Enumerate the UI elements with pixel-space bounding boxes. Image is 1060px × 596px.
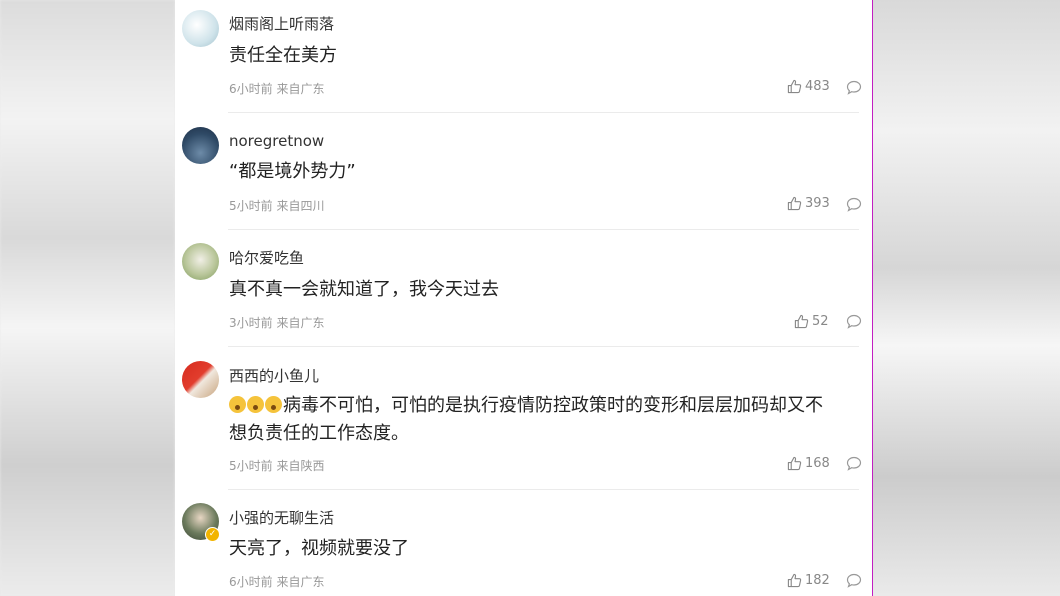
comment-text-line1: 病毒不可怕，可怕的是执行疫情防控政策时的变形和层层加码却又不: [283, 395, 823, 416]
comment-username[interactable]: noregretnow: [229, 132, 324, 150]
like-count: 483: [805, 79, 830, 94]
comment-time: 5小时前: [229, 459, 273, 473]
comment-item: 哈尔爱吃鱼 真不真一会就知道了，我今天过去 3小时前 来自广东 52: [175, 230, 872, 347]
comment-time: 3小时前: [229, 316, 273, 330]
flushed-face-emoji: [247, 396, 264, 413]
like-count: 182: [805, 573, 830, 588]
avatar[interactable]: [182, 127, 219, 164]
comment-meta: 5小时前 来自四川: [229, 197, 324, 214]
comment-bubble-icon[interactable]: [846, 80, 862, 95]
like-button[interactable]: 483: [787, 79, 830, 94]
thumbs-up-icon: [787, 196, 802, 211]
comment-location: 来自广东: [276, 82, 325, 96]
comment-text: 真不真一会就知道了，我今天过去: [229, 279, 499, 300]
comment-text: 天亮了，视频就要没了: [229, 538, 409, 559]
comment-text: 责任全在美方: [229, 45, 337, 66]
comment-time: 6小时前: [229, 575, 273, 589]
comment-username[interactable]: 烟雨阁上听雨落: [229, 13, 334, 34]
flushed-face-emoji: [265, 396, 282, 413]
comment-meta: 6小时前 来自广东: [229, 573, 324, 590]
blurred-background-right: [873, 0, 1060, 596]
flushed-face-emoji: [229, 396, 246, 413]
blurred-background-left: [0, 0, 175, 596]
avatar[interactable]: [182, 10, 219, 47]
comment-text: “都是境外势力”: [229, 161, 356, 182]
like-button[interactable]: 168: [787, 456, 830, 471]
comment-time: 6小时前: [229, 82, 273, 96]
comment-text-line2: 想负责任的工作态度。: [229, 423, 409, 444]
avatar[interactable]: [182, 361, 219, 398]
comment-username[interactable]: 西西的小鱼儿: [229, 365, 319, 386]
like-count: 393: [805, 196, 830, 211]
comment-item: 西西的小鱼儿 病毒不可怕，可怕的是执行疫情防控政策时的变形和层层加码却又不 想负…: [175, 347, 872, 490]
comment-bubble-icon[interactable]: [846, 573, 862, 588]
like-button[interactable]: 52: [794, 314, 829, 329]
comment-item: 烟雨阁上听雨落 责任全在美方 6小时前 来自广东 483: [175, 0, 872, 113]
comment-list: 烟雨阁上听雨落 责任全在美方 6小时前 来自广东 483 noregretnow…: [175, 0, 872, 596]
thumbs-up-icon: [787, 79, 802, 94]
comment-location: 来自广东: [276, 316, 325, 330]
comment-username[interactable]: 哈尔爱吃鱼: [229, 247, 304, 268]
comment-meta: 3小时前 来自广东: [229, 314, 324, 331]
like-button[interactable]: 182: [787, 573, 830, 588]
comment-bubble-icon[interactable]: [846, 314, 862, 329]
verified-badge-icon: ✓: [205, 527, 220, 542]
avatar[interactable]: [182, 243, 219, 280]
like-button[interactable]: 393: [787, 196, 830, 211]
thumbs-up-icon: [787, 573, 802, 588]
comment-text: 病毒不可怕，可怕的是执行疫情防控政策时的变形和层层加码却又不 想负责任的工作态度…: [229, 392, 869, 448]
comment-bubble-icon[interactable]: [846, 197, 862, 212]
panel-edge-line: [872, 0, 873, 596]
comment-meta: 6小时前 来自广东: [229, 80, 324, 97]
comment-time: 5小时前: [229, 199, 273, 213]
comment-item: noregretnow “都是境外势力” 5小时前 来自四川 393: [175, 113, 872, 230]
like-count: 52: [812, 314, 829, 329]
comment-bubble-icon[interactable]: [846, 456, 862, 471]
comment-username[interactable]: 小强的无聊生活: [229, 507, 334, 528]
comment-item: ✓ 小强的无聊生活 天亮了，视频就要没了 6小时前 来自广东 182: [175, 490, 872, 596]
comment-location: 来自陕西: [276, 459, 325, 473]
like-count: 168: [805, 456, 830, 471]
thumbs-up-icon: [787, 456, 802, 471]
thumbs-up-icon: [794, 314, 809, 329]
comment-location: 来自广东: [276, 575, 325, 589]
comment-location: 来自四川: [276, 199, 325, 213]
comment-meta: 5小时前 来自陕西: [229, 457, 324, 474]
